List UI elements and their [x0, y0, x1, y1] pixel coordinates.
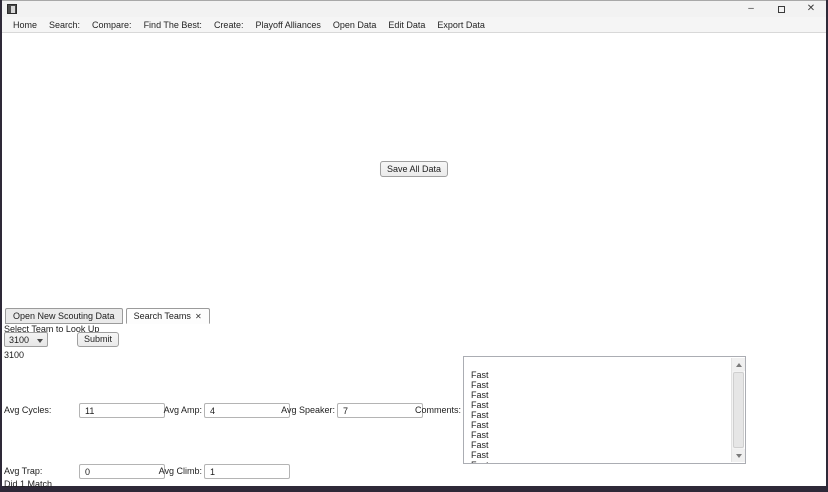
scroll-up-button[interactable]: [732, 358, 745, 371]
comment-item[interactable]: Fast: [464, 370, 745, 380]
comment-item[interactable]: Fast: [464, 410, 745, 420]
scroll-down-icon: [735, 453, 742, 458]
window-controls: – ✕: [736, 1, 826, 17]
comment-item[interactable]: Fast: [464, 440, 745, 450]
menu-item-home[interactable]: Home: [7, 20, 43, 30]
maximize-icon: [777, 5, 785, 13]
comments-list[interactable]: FastFastFastFastFastFastFastFastFastFast: [463, 356, 746, 464]
scroll-down-button[interactable]: [732, 449, 745, 462]
menu-bar: Home Search: Compare: Find The Best: Cre…: [2, 17, 826, 33]
menu-item-playoff-alliances[interactable]: Playoff Alliances: [249, 20, 326, 30]
comments-scrollbar[interactable]: [731, 358, 745, 462]
menu-item-open-data[interactable]: Open Data: [327, 20, 383, 30]
avg-climb-input[interactable]: [204, 464, 290, 479]
comment-item[interactable]: [464, 360, 745, 370]
scrollbar-thumb[interactable]: [733, 372, 744, 448]
tab-label: Open New Scouting Data: [13, 311, 115, 321]
comments-label: Comments:: [414, 405, 461, 415]
scroll-up-icon: [735, 362, 742, 367]
avg-cycles-input[interactable]: [79, 403, 165, 418]
menu-item-export-data[interactable]: Export Data: [431, 20, 491, 30]
avg-speaker-label: Avg Speaker:: [281, 405, 335, 415]
match-result-label: Did 1 Match: [4, 479, 53, 489]
submit-button[interactable]: Submit: [77, 332, 120, 347]
chevron-down-icon: [37, 339, 43, 343]
avg-cycles-label: Avg Cycles:: [4, 405, 52, 415]
comment-item[interactable]: Fast: [464, 420, 745, 430]
title-bar: – ✕: [2, 1, 826, 17]
app-window: – ✕ Home Search: Compare: Find The Best:…: [2, 0, 826, 489]
tab-close-icon[interactable]: ✕: [195, 312, 202, 321]
team-number-label: 3100: [4, 350, 25, 360]
menu-item-find-the-best[interactable]: Find The Best:: [138, 20, 208, 30]
menu-item-compare[interactable]: Compare:: [86, 20, 138, 30]
comment-item[interactable]: Fast: [464, 460, 745, 463]
menu-item-edit-data[interactable]: Edit Data: [382, 20, 431, 30]
avg-trap-input[interactable]: [79, 464, 165, 479]
tab-label: Search Teams: [133, 311, 191, 321]
comment-item[interactable]: Fast: [464, 450, 745, 460]
tab-search-teams[interactable]: Search Teams ✕: [125, 308, 210, 324]
save-all-data-button[interactable]: Save All Data: [379, 161, 449, 177]
team-select-dropdown[interactable]: 3100: [4, 332, 48, 347]
close-button[interactable]: ✕: [796, 1, 826, 17]
comment-item[interactable]: Fast: [464, 430, 745, 440]
menu-item-search[interactable]: Search:: [43, 20, 86, 30]
app-icon: [7, 4, 17, 14]
comment-item[interactable]: Fast: [464, 390, 745, 400]
avg-climb-label: Avg Climb:: [158, 466, 202, 476]
comment-item[interactable]: Fast: [464, 380, 745, 390]
avg-amp-label: Avg Amp:: [163, 405, 202, 415]
menu-item-create[interactable]: Create:: [208, 20, 250, 30]
maximize-button[interactable]: [766, 1, 796, 17]
comment-item[interactable]: Fast: [464, 400, 745, 410]
minimize-button[interactable]: –: [736, 1, 766, 17]
team-select-value: 3100: [9, 334, 30, 345]
